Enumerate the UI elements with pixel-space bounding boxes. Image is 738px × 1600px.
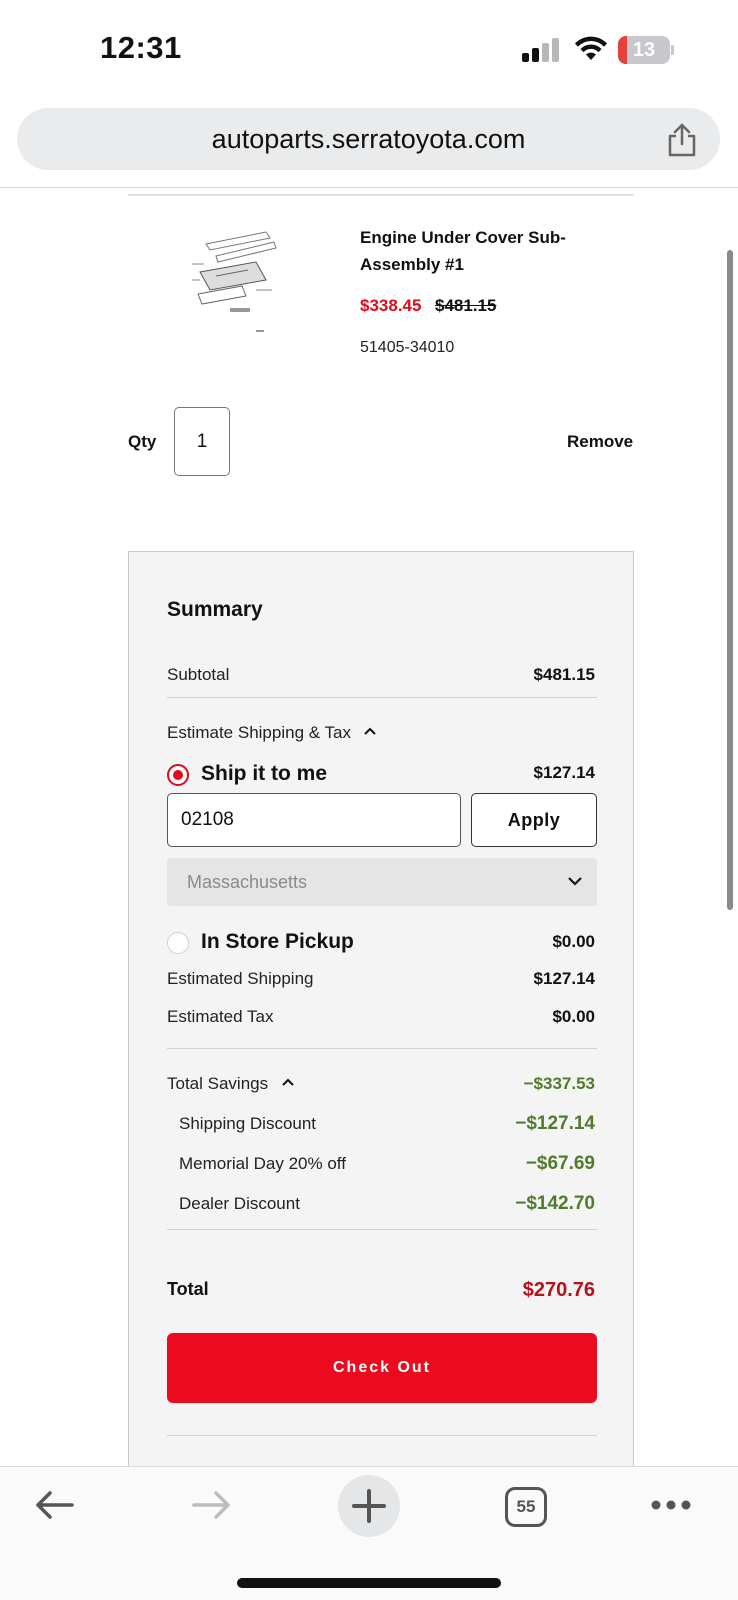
state-select[interactable]: Massachusetts: [167, 858, 597, 906]
discount-value: −$127.14: [515, 1113, 595, 1134]
total-savings-toggle[interactable]: Total Savings: [167, 1074, 295, 1094]
discount-label: Memorial Day 20% off: [179, 1154, 346, 1173]
summary-title: Summary: [167, 598, 263, 621]
remove-button[interactable]: Remove: [567, 432, 633, 452]
discount-value: −$67.69: [525, 1153, 595, 1174]
discount-value: −$142.70: [515, 1193, 595, 1214]
discount-label: Dealer Discount: [179, 1194, 300, 1213]
total-label: Total: [167, 1279, 209, 1299]
chevron-up-icon: [364, 727, 377, 735]
est-tax-value: $0.00: [552, 1007, 595, 1026]
home-indicator: [237, 1578, 501, 1588]
forward-arrow-icon[interactable]: [192, 1489, 232, 1521]
product-diagram-image[interactable]: [186, 224, 282, 334]
discount-label: Shipping Discount: [179, 1114, 317, 1133]
signal-icon: [522, 38, 562, 62]
divider: [167, 697, 597, 698]
ship-option-label[interactable]: Ship it to me: [201, 762, 327, 786]
new-tab-plus-icon[interactable]: [338, 1475, 400, 1537]
chevron-up-icon: [281, 1078, 294, 1086]
back-arrow-icon[interactable]: [34, 1489, 74, 1521]
original-price: $481.15: [435, 296, 497, 315]
state-value: Massachusetts: [187, 872, 308, 892]
apply-button[interactable]: Apply: [471, 793, 597, 847]
order-summary: Summary Subtotal $481.15 Estimate Shippi…: [128, 551, 634, 1471]
estimate-shipping-toggle[interactable]: Estimate Shipping & Tax: [167, 723, 377, 743]
sale-price: $338.45: [360, 296, 422, 315]
total-savings-label: Total Savings: [167, 1074, 269, 1093]
total-value: $270.76: [522, 1279, 595, 1301]
subtotal-label: Subtotal: [167, 665, 230, 684]
ship-radio[interactable]: [167, 764, 189, 786]
est-shipping-label: Estimated Shipping: [167, 969, 314, 988]
tabs-icon[interactable]: 55: [505, 1487, 547, 1527]
divider: [167, 1048, 597, 1049]
qty-label: Qty: [128, 432, 157, 451]
estimate-shipping-label: Estimate Shipping & Tax: [167, 723, 351, 742]
chevron-down-icon: [568, 877, 582, 886]
zip-code-input[interactable]: 02108: [167, 793, 461, 847]
pickup-option-value: $0.00: [552, 932, 595, 951]
est-tax-label: Estimated Tax: [167, 1007, 274, 1026]
divider: [128, 194, 634, 196]
url-text[interactable]: autoparts.serratoyota.com: [17, 108, 720, 170]
address-bar[interactable]: autoparts.serratoyota.com: [17, 108, 720, 170]
checkout-button[interactable]: Check Out: [167, 1333, 597, 1403]
ship-option-value: $127.14: [533, 763, 595, 782]
status-bar: 12:31 13: [0, 0, 738, 100]
battery-icon: 13: [618, 36, 674, 64]
pickup-option-label[interactable]: In Store Pickup: [201, 930, 354, 954]
subtotal-value: $481.15: [533, 665, 595, 684]
toolbar-divider: [0, 187, 738, 188]
part-number: 51405-34010: [360, 339, 455, 356]
divider: [167, 1229, 597, 1230]
est-shipping-value: $127.14: [533, 969, 595, 988]
more-icon[interactable]: [650, 1499, 692, 1511]
pickup-radio[interactable]: [167, 932, 189, 954]
quantity-input[interactable]: 1: [174, 407, 230, 476]
total-savings-value: −$337.53: [523, 1074, 595, 1093]
status-time: 12:31: [100, 30, 182, 65]
divider: [167, 1435, 597, 1436]
share-icon[interactable]: [665, 122, 699, 158]
wifi-icon: [575, 36, 607, 60]
scrollbar[interactable]: [727, 250, 733, 910]
battery-level: 13: [632, 39, 656, 61]
product-name[interactable]: Engine Under Cover Sub-Assembly #1: [360, 224, 630, 278]
